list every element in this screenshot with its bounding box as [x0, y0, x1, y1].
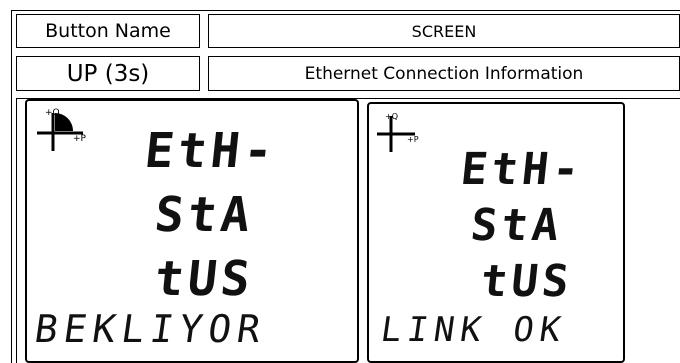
svg-text:+P: +P — [73, 134, 87, 144]
lcd-line-3: tUS — [152, 251, 257, 307]
lcd-screen-waiting: +Q +P EtH- StA tUS BEKLIYOR — [25, 99, 359, 363]
screen-description-cell: Ethernet Connection Information — [208, 56, 680, 91]
quadrant-crosshair-filled-icon: +Q +P — [37, 108, 87, 151]
svg-text:+Q: +Q — [45, 108, 60, 118]
header-screen: SCREEN — [208, 14, 680, 48]
svg-text:+P: +P — [407, 135, 419, 144]
quadrant-crosshair-icon: +Q +P — [377, 112, 419, 152]
lcd-line-1: EtH- — [142, 123, 280, 179]
header-button-name: Button Name — [16, 14, 200, 48]
lcd-line-2: StA — [468, 200, 566, 251]
lcd-screen-link-ok: +Q +P EtH- StA tUS LINK OK — [367, 102, 625, 363]
button-cell: UP (3s) — [16, 56, 200, 91]
lcd-line-1: EtH- — [458, 144, 586, 195]
lcd-status-text: BEKLIYOR — [31, 307, 270, 351]
lcd-status-text: LINK OK — [378, 310, 570, 350]
lcd-line-2: StA — [152, 187, 257, 243]
lcd-line-3: tUS — [478, 256, 576, 307]
svg-text:+Q: +Q — [385, 112, 398, 121]
